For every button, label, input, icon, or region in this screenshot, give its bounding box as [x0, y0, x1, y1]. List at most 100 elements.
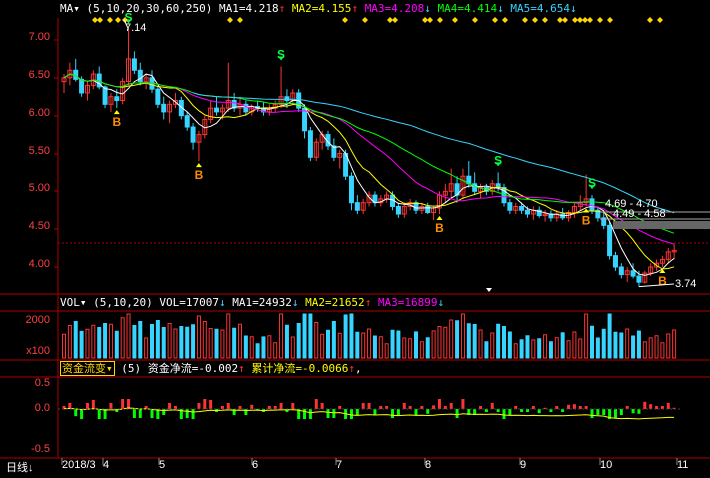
candlestick: [208, 100, 214, 124]
volume-bar: [414, 331, 418, 359]
event-marker-icon: [427, 17, 433, 23]
candle-body: [395, 205, 401, 215]
candlestick: [659, 255, 665, 267]
candlestick: [331, 138, 337, 162]
volume-bar: [144, 337, 149, 359]
volume-bar: [279, 313, 284, 359]
volume-bar: [138, 321, 143, 359]
candlestick: [665, 248, 671, 264]
event-marker-icon: [227, 17, 233, 23]
volume-bar: [320, 333, 325, 359]
flow-bar: [426, 409, 430, 414]
candle-body: [161, 103, 167, 113]
flow-bar: [649, 404, 653, 409]
volume-bar: [161, 327, 166, 359]
candlestick: [120, 77, 126, 105]
candlestick: [167, 100, 173, 124]
x-label: 7: [336, 459, 343, 471]
stock-chart[interactable]: SBBSBSBSB: [0, 0, 710, 478]
volume-bar: [607, 313, 612, 359]
candle-body: [636, 275, 642, 283]
volume-bar: [62, 333, 66, 359]
volume-bar: [97, 327, 102, 359]
volume-bar: [460, 313, 465, 359]
event-marker-icon: [452, 17, 458, 23]
candle-body: [114, 96, 120, 102]
flow-bar: [490, 403, 494, 409]
flow-bar: [121, 399, 125, 409]
volume-bar: [601, 328, 606, 359]
buy-arrow-icon: [113, 110, 120, 115]
event-marker-icon: [532, 17, 538, 23]
volume-bar: [619, 332, 624, 359]
candlestick: [425, 202, 431, 215]
volume-bar: [114, 330, 119, 359]
volume-bar: [367, 328, 372, 359]
candlestick: [354, 195, 360, 215]
candle-body: [307, 130, 313, 158]
x-label: 4: [103, 459, 110, 471]
volume-bar: [654, 335, 659, 359]
candlestick: [607, 221, 613, 260]
flow-bar: [91, 400, 95, 409]
flow-bar: [613, 409, 617, 418]
flow-bar: [150, 409, 154, 418]
candlestick: [137, 62, 143, 86]
candlestick: [454, 176, 460, 203]
flow-bar: [226, 403, 230, 409]
candlestick: [348, 172, 354, 211]
flow-bar: [414, 409, 418, 415]
volume-bar: [132, 325, 137, 359]
event-marker-icon: [657, 17, 663, 23]
volume-bar: [666, 333, 671, 359]
candlestick: [290, 89, 296, 105]
volume-bar: [543, 334, 548, 359]
buy-signal: B: [582, 213, 591, 227]
volume-bar: [208, 328, 213, 359]
volume-bar: [531, 339, 536, 359]
event-marker-icon: [472, 17, 478, 23]
flow-bar: [508, 409, 512, 415]
candlestick: [618, 263, 624, 279]
flow-bar: [203, 399, 207, 409]
candlestick: [360, 198, 366, 215]
volume-bar: [150, 324, 154, 359]
volume-bar: [584, 313, 589, 359]
candle-body: [79, 78, 85, 94]
volume-bar: [73, 321, 78, 359]
flow-bar: [402, 403, 406, 409]
level-annotation-2: 4.49 - 4.58: [613, 208, 666, 220]
event-marker-icon: [562, 17, 568, 23]
volume-bar: [525, 335, 530, 359]
volume-bar: [613, 331, 618, 359]
flow-bar: [361, 403, 365, 409]
candle-body: [354, 202, 360, 211]
candlestick: [472, 172, 478, 196]
candle-body: [612, 255, 618, 268]
candle-body: [472, 183, 478, 192]
candle-body: [507, 202, 513, 211]
candlestick: [460, 168, 466, 199]
flow-bar: [85, 403, 89, 409]
volume-bar: [214, 328, 219, 359]
volume-bar: [396, 330, 401, 359]
candlestick: [560, 207, 566, 221]
candlestick: [337, 149, 343, 169]
candle-body: [589, 198, 595, 211]
period-selector[interactable]: 日线↓: [6, 459, 34, 475]
volume-bar: [425, 337, 430, 359]
candlestick: [266, 104, 272, 116]
volume-bar: [284, 324, 289, 359]
volume-bar: [349, 313, 354, 359]
buy-signal: B: [112, 115, 121, 129]
flow-bar: [197, 403, 201, 409]
volume-bar: [296, 323, 301, 359]
volume-bar: [361, 332, 366, 359]
flow-bar: [168, 403, 172, 409]
flow-bar: [308, 409, 312, 419]
event-marker-icon: [437, 17, 443, 23]
volume-bar: [273, 342, 278, 359]
candlestick: [642, 270, 648, 284]
event-marker-icon: [607, 17, 613, 23]
volume-bar: [648, 337, 653, 359]
